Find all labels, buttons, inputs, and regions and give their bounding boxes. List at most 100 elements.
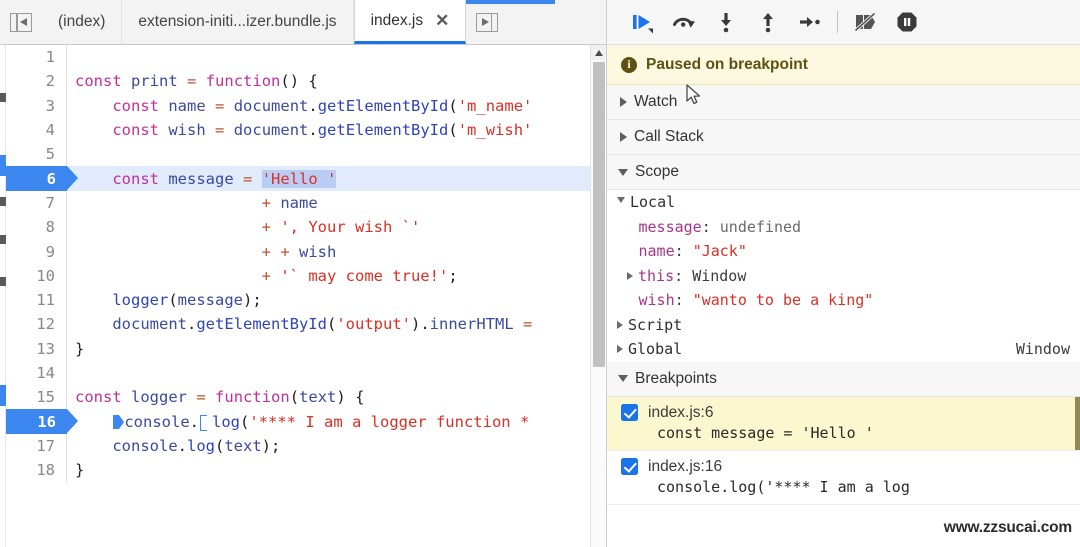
- line-number-8[interactable]: 8: [0, 215, 67, 240]
- tab-label: (index): [58, 13, 106, 30]
- line-number-2[interactable]: 2: [0, 69, 67, 94]
- breakpoint-item[interactable]: index.js:6 const message = 'Hello ': [607, 396, 1080, 451]
- breakpoint-location-row: index.js:16: [607, 458, 1080, 476]
- code-line-1[interactable]: 1: [0, 45, 606, 70]
- inline-breakpoint-marker-hollow[interactable]: [200, 414, 211, 431]
- tab-extension-initializer-bundle[interactable]: extension-initi...izer.bundle.js: [122, 0, 354, 44]
- line-number-1[interactable]: 1: [0, 45, 67, 70]
- step-icon: [800, 17, 820, 27]
- scope-group-local[interactable]: Local: [607, 190, 1080, 215]
- code-line-11[interactable]: 11 logger(message);: [0, 287, 606, 313]
- tab-index-js[interactable]: index.js ✕: [353, 0, 467, 44]
- code-line-text: + name: [261, 193, 318, 212]
- code-lines-container[interactable]: 1 2 const print = function() {3 const name…: [0, 45, 606, 547]
- breakpoint-item[interactable]: index.js:16 console.log('**** I am a log: [607, 451, 1080, 505]
- line-number-3[interactable]: 3: [0, 93, 67, 118]
- code-line-17[interactable]: 17 console.log(text);: [0, 433, 606, 459]
- code-editor[interactable]: 1 2 const print = function() {3 const name…: [0, 45, 606, 547]
- line-number-9[interactable]: 9: [0, 239, 67, 264]
- chevron-right-icon: [627, 271, 633, 280]
- debugger-sidebar: i Paused on breakpoint Watch Call Stack …: [607, 0, 1080, 547]
- resume-script-execution-button[interactable]: [621, 4, 663, 40]
- chevron-down-icon: [618, 375, 628, 382]
- line-number-18[interactable]: 18: [0, 458, 67, 483]
- section-header-scope[interactable]: Scope: [607, 155, 1080, 190]
- breakpoints-list: index.js:6 const message = 'Hello ' index.…: [607, 396, 1080, 547]
- line-number-13[interactable]: 13: [0, 336, 67, 361]
- code-line-text: const logger = function(text) {: [75, 388, 365, 407]
- step-button[interactable]: [789, 4, 831, 40]
- line-number-12[interactable]: 12: [0, 312, 67, 337]
- line-number-11[interactable]: 11: [0, 287, 67, 313]
- chevron-right-icon: [620, 132, 627, 142]
- breakpoint-location-label: index.js:16: [648, 457, 723, 475]
- line-number-5[interactable]: 5: [0, 142, 67, 167]
- tab-scroll-left-icon: [10, 12, 32, 32]
- section-header-watch[interactable]: Watch: [607, 85, 1080, 120]
- editor-vertical-scrollbar[interactable]: [590, 45, 606, 547]
- code-line-4[interactable]: 4 const wish = document.getElementById('…: [0, 117, 606, 143]
- code-line-9[interactable]: 9 + + wish: [0, 239, 606, 264]
- code-line-text: }: [75, 339, 85, 358]
- line-number-6[interactable]: 6: [0, 166, 78, 191]
- line-number-10[interactable]: 10: [0, 263, 67, 288]
- paused-banner-text: Paused on breakpoint: [646, 55, 808, 73]
- line-number-15[interactable]: 15: [0, 385, 67, 410]
- code-line-text: const message = 'Hello ': [112, 169, 337, 188]
- code-line-3[interactable]: 3 const name = document.getElementById('…: [0, 93, 606, 118]
- code-line-6[interactable]: 6 const message = 'Hello ': [0, 166, 606, 191]
- deactivate-breakpoints-button[interactable]: [844, 4, 886, 40]
- code-line-8[interactable]: 8 + ', Your wish `': [0, 215, 606, 240]
- tab-scroll-left-button[interactable]: [0, 0, 42, 44]
- close-icon[interactable]: ✕: [435, 12, 449, 29]
- tab-label: index.js: [370, 11, 424, 29]
- chevron-down-icon: [617, 197, 625, 207]
- scope-var-this[interactable]: this: Window: [607, 264, 1080, 289]
- code-line-text: + ', Your wish `': [261, 218, 421, 237]
- tab-index[interactable]: (index): [42, 0, 123, 44]
- code-line-text: document.getElementById('output').innerH…: [112, 315, 533, 334]
- code-line-7[interactable]: 7 + name: [0, 190, 606, 216]
- tab-scroll-right-button[interactable]: [466, 0, 509, 44]
- section-header-breakpoints[interactable]: Breakpoints: [607, 361, 1080, 397]
- line-number-4[interactable]: 4: [0, 117, 67, 143]
- step-over-button[interactable]: [663, 4, 705, 40]
- editor-tab-strip: (index) extension-initi...izer.bundle.js…: [0, 0, 606, 45]
- code-line-15[interactable]: 15 const logger = function(text) {: [0, 385, 606, 410]
- scope-group-script[interactable]: Script: [607, 313, 1080, 338]
- section-header-call-stack[interactable]: Call Stack: [607, 120, 1080, 155]
- code-line-2[interactable]: 2 const print = function() {: [0, 69, 606, 94]
- line-number-17[interactable]: 17: [0, 433, 67, 459]
- scope-var-message: message: undefined: [607, 215, 1080, 240]
- scope-row-content: Local: [630, 193, 676, 212]
- step-into-icon: [721, 13, 731, 33]
- scrollbar-thumb[interactable]: [593, 62, 605, 367]
- code-line-12[interactable]: 12 document.getElementById('output').inn…: [0, 312, 606, 337]
- line-number-7[interactable]: 7: [0, 190, 67, 216]
- code-line-14[interactable]: 14: [0, 360, 606, 386]
- code-line-16[interactable]: 16 console. log('**** I am a logger funct…: [0, 409, 606, 434]
- inline-breakpoint-marker[interactable]: [113, 414, 125, 429]
- step-into-button[interactable]: [705, 4, 747, 40]
- scrollbar-up-arrow-icon[interactable]: [591, 45, 606, 60]
- chevron-right-icon: [617, 345, 623, 354]
- code-line-text: const name = document.getElementById('m_…: [112, 96, 533, 115]
- code-line-18[interactable]: 18}: [0, 458, 606, 483]
- breakpoint-checkbox[interactable]: [621, 458, 638, 475]
- code-line-5[interactable]: 5: [0, 142, 606, 167]
- code-line-text: console.log(text);: [112, 436, 281, 455]
- chevron-right-icon: [617, 320, 623, 329]
- pause-on-exceptions-button[interactable]: [886, 4, 928, 40]
- breakpoint-code-snippet: const message = 'Hello ': [657, 423, 874, 442]
- scope-row-content: name: "Jack": [638, 242, 747, 261]
- tab-label: extension-initi...izer.bundle.js: [138, 13, 337, 30]
- step-out-button[interactable]: [747, 4, 789, 40]
- code-line-10[interactable]: 10 + '` may come true!';: [0, 263, 606, 288]
- line-number-14[interactable]: 14: [0, 360, 67, 386]
- code-line-13[interactable]: 13}: [0, 336, 606, 361]
- line-number-16[interactable]: 16: [0, 409, 78, 434]
- breakpoint-checkbox[interactable]: [621, 404, 638, 421]
- scope-group-global[interactable]: Global Window: [607, 337, 1080, 362]
- tab-strip-filler: [508, 0, 606, 44]
- breakpoint-location-row: index.js:6: [607, 404, 1080, 422]
